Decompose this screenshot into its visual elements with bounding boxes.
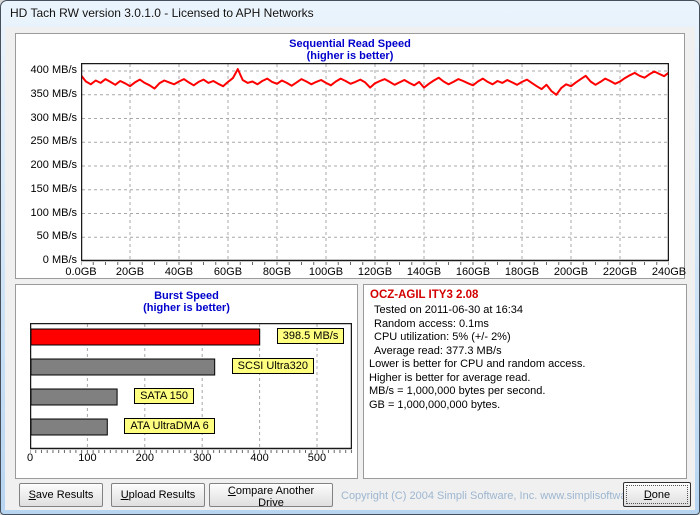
seq-y-tick: 250 MB/s [30,135,77,148]
seq-x-tick: 20GB [115,266,145,278]
seq-y-tick: 0 MB/s [42,254,77,266]
info-note-line: MB/s = 1,000,000 bytes per second. [369,385,546,397]
burst-bar-label: SCSI Ultra320 [231,358,314,374]
seq-y-tick: 50 MB/s [36,230,77,243]
burst-chart-subtitle: (higher is better) [143,302,230,314]
seq-chart-title: Sequential Read Speed [289,38,411,50]
burst-x-tick: 200 [135,452,154,464]
seq-x-tick: 180GB [504,266,540,278]
burst-chart-title: Burst Speed [154,290,219,302]
done-button[interactable]: Done [623,482,691,507]
sequential-read-chart [81,63,669,265]
burst-x-tick: 0 [26,452,34,464]
seq-x-tick: 0.0GB [65,266,97,278]
drive-stat-line: Tested on 2011-06-30 at 16:34 [374,304,524,316]
seq-y-tick: 100 MB/s [30,206,77,219]
drive-stat-line: CPU utilization: 5% (+/- 2%) [374,331,511,343]
seq-x-tick: 240GB [651,266,687,278]
upload-results-button[interactable]: Upload Results [111,483,205,507]
drive-stats: Tested on 2011-06-30 at 16:34 Random acce… [374,304,523,358]
seq-x-tick: 40GB [164,266,194,278]
seq-x-tick: 140GB [406,266,442,278]
burst-x-tick: 400 [250,452,269,464]
seq-chart-subtitle: (higher is better) [306,50,394,62]
seq-y-tick: 350 MB/s [30,87,77,100]
save-results-button[interactable]: Save Results [19,483,103,507]
seq-x-tick: 60GB [213,266,243,278]
info-note-line: Higher is better for average read. [369,371,531,384]
info-note-line: GB = 1,000,000,000 bytes. [369,398,501,411]
copyright-text: Copyright (C) 2004 Simpli Software, Inc.… [341,490,661,502]
burst-bar-label: SATA 150 [134,388,194,404]
drive-stat-line: Average read: 377.3 MB/s [374,344,502,357]
burst-bar-label: ATA UltraDMA 6 [124,418,215,434]
drive-name: OCZ-AGIL ITY3 2.08 [370,289,479,301]
seq-x-tick: 200GB [553,266,589,278]
burst-bar-label: 398.5 MB/s [276,328,345,344]
app-window: HD Tach RW version 3.0.1.0 - Licensed to… [0,0,700,515]
burst-x-tick: 300 [193,452,212,464]
info-note-line: Lower is better for CPU and random acces… [369,358,586,370]
seq-y-tick: 150 MB/s [30,182,77,195]
seq-x-tick: 100GB [308,266,344,278]
seq-y-tick: 200 MB/s [30,159,77,171]
seq-y-tick: 400 MB/s [30,64,77,76]
seq-y-tick: 300 MB/s [30,111,77,124]
seq-x-tick: 120GB [357,266,393,278]
burst-x-tick: 500 [307,452,327,464]
window-title: HD Tach RW version 3.0.1.0 - Licensed to… [10,6,314,20]
seq-x-tick: 160GB [455,266,491,278]
drive-stat-line: Random access: 0.1ms [374,317,489,330]
seq-x-tick: 220GB [602,266,638,278]
info-notes: Lower is better for CPU and random acces… [369,358,585,412]
compare-another-drive-button[interactable]: Compare Another Drive [209,483,333,509]
burst-x-tick: 100 [78,452,97,464]
title-bar[interactable]: HD Tach RW version 3.0.1.0 - Licensed to… [1,1,699,26]
seq-x-tick: 80GB [262,266,292,278]
